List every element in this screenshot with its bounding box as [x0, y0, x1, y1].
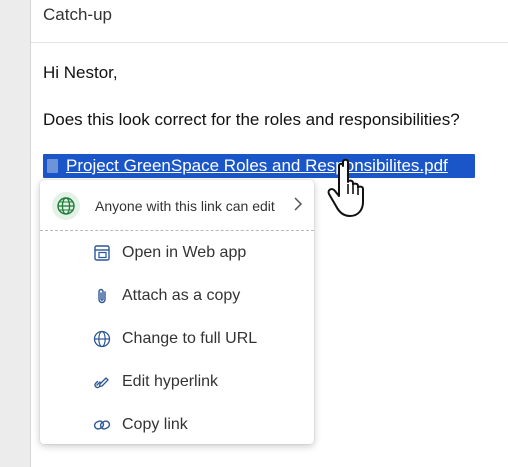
open-web-app-icon: [94, 245, 110, 261]
change-to-full-url-item[interactable]: Change to full URL: [40, 318, 314, 360]
open-in-web-app-label: Open in Web app: [122, 244, 247, 261]
sharing-label: Anyone with this link can edit: [95, 198, 275, 214]
body-greeting: Hi Nestor,: [43, 63, 118, 82]
globe-badge: [52, 192, 80, 220]
copy-link-item[interactable]: Copy link: [40, 404, 314, 446]
change-to-full-url-label: Change to full URL: [122, 330, 258, 347]
attach-as-copy-label: Attach as a copy: [122, 287, 241, 304]
chevron-right-icon: [294, 197, 303, 211]
subject-text: Catch-up: [43, 5, 112, 24]
edit-link-icon: [94, 377, 109, 389]
body-question: Does this look correct for the roles and…: [43, 110, 460, 129]
link-options-popup: Anyone with this link can edit Open in W…: [40, 180, 314, 444]
sharing-settings-button[interactable]: Anyone with this link can edit: [40, 180, 314, 231]
copy-link-label: Copy link: [122, 416, 188, 433]
edit-hyperlink-label: Edit hyperlink: [122, 373, 219, 390]
open-in-web-app-item[interactable]: Open in Web app: [40, 232, 314, 274]
paperclip-icon: [98, 288, 106, 304]
attachment-link-text[interactable]: Project GreenSpace Roles and Responsibil…: [66, 156, 448, 176]
edit-hyperlink-item[interactable]: Edit hyperlink: [40, 361, 314, 403]
attach-as-copy-item[interactable]: Attach as a copy: [40, 275, 314, 317]
globe-icon: [57, 197, 75, 215]
link-icon: [93, 420, 111, 430]
document-icon: [47, 159, 58, 173]
hand-cursor-icon: [327, 158, 364, 217]
subject-field[interactable]: Catch-up: [31, 0, 508, 43]
globe-icon: [93, 330, 111, 348]
attachment-link[interactable]: Project GreenSpace Roles and Responsibil…: [43, 154, 475, 178]
